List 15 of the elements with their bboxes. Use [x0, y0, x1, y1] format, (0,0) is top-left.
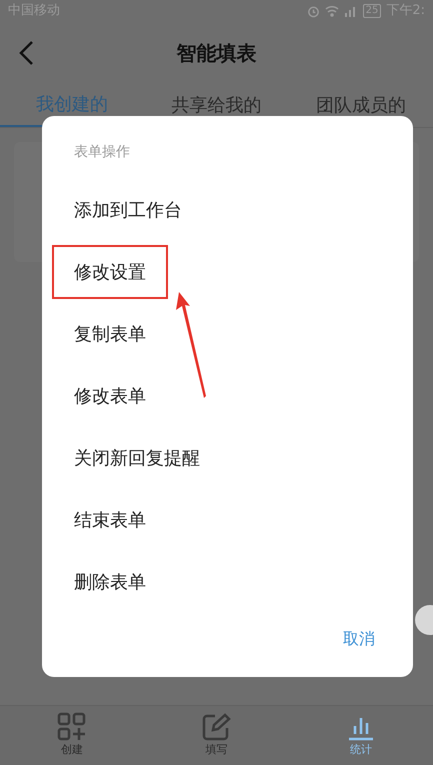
menu-item[interactable]: 复制表单 [52, 307, 168, 361]
menu-item[interactable]: 关闭新回复提醒 [52, 431, 222, 485]
back-icon[interactable] [18, 40, 34, 66]
dialog-title: 表单操作 [74, 143, 130, 162]
grid-plus-icon [57, 712, 88, 742]
menu-item[interactable]: 修改表单 [52, 369, 168, 423]
edit-icon [201, 712, 232, 742]
menu-item[interactable]: 结束表单 [52, 493, 168, 547]
menu-item[interactable]: 修改设置 [52, 245, 168, 299]
menu-item[interactable]: 添加到工作台 [52, 183, 204, 237]
menu-item[interactable]: 删除表单 [52, 555, 168, 609]
alarm-icon [306, 4, 320, 18]
wifi-icon [324, 5, 339, 17]
signal-icon [344, 5, 358, 17]
page-title: 智能填表 [176, 40, 256, 67]
